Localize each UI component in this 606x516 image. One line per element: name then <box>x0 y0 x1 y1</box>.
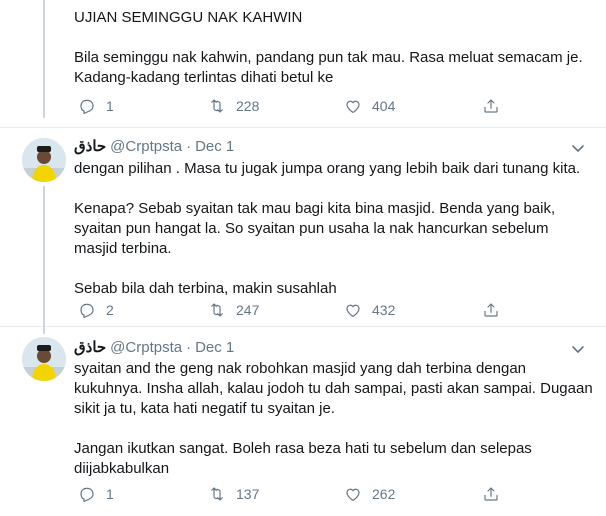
share-icon <box>484 487 498 501</box>
avatar-photo-icon <box>22 337 66 381</box>
tweet-text: UJIAN SEMINGGU NAK KAHWIN Bila seminggu … <box>74 9 583 86</box>
like-button[interactable]: 404 <box>344 96 395 116</box>
tweet-actions: 1 137 262 <box>74 484 504 504</box>
author-name[interactable]: حاذق <box>74 138 106 155</box>
like-button[interactable]: 432 <box>344 300 395 320</box>
like-count: 404 <box>372 98 396 114</box>
retweet-icon <box>211 487 223 501</box>
share-button[interactable] <box>482 300 500 320</box>
meta-separator: · <box>186 339 192 356</box>
like-count: 432 <box>372 302 396 318</box>
reply-count: 1 <box>106 486 114 502</box>
retweet-count: 247 <box>236 302 260 318</box>
retweet-count: 137 <box>236 486 260 502</box>
tweet-3[interactable]: حاذق @Crptpsta · Dec 1 syaitan and the geng… <box>0 327 606 516</box>
share-button[interactable] <box>482 484 500 504</box>
tweet-header: حاذق @Crptpsta · Dec 1 <box>74 137 234 157</box>
author-handle[interactable]: @Crptpsta <box>110 138 182 155</box>
chevron-down-icon[interactable] <box>570 341 586 357</box>
reply-count: 1 <box>106 98 114 114</box>
share-icon <box>484 99 498 113</box>
reply-button[interactable]: 1 <box>78 96 114 116</box>
thread-line-mid <box>43 186 45 334</box>
chevron-down-icon[interactable] <box>570 140 586 156</box>
share-button[interactable] <box>482 96 500 116</box>
reply-count: 2 <box>106 302 114 318</box>
reply-icon <box>80 487 94 503</box>
like-icon <box>346 100 360 113</box>
tweet-1[interactable]: UJIAN SEMINGGU NAK KAHWIN Bila seminggu … <box>0 0 606 126</box>
reply-button[interactable]: 2 <box>78 300 114 320</box>
like-button[interactable]: 262 <box>344 484 395 504</box>
tweet-text: dengan pilihan . Masa tu jugak jumpa ora… <box>74 160 581 297</box>
reply-button[interactable]: 1 <box>78 484 114 504</box>
tweet-2[interactable]: حاذق @Crptpsta · Dec 1 dengan pilihan . Mas… <box>0 128 606 326</box>
retweet-button[interactable]: 247 <box>208 300 259 320</box>
meta-separator: · <box>186 138 192 155</box>
share-icon <box>484 303 498 317</box>
tweet-actions: 2 247 432 <box>74 300 504 320</box>
tweet-text: syaitan and the geng nak robohkan masjid… <box>74 360 593 477</box>
tweet-header: حاذق @Crptpsta · Dec 1 <box>74 338 234 358</box>
tweet-date[interactable]: Dec 1 <box>195 138 234 155</box>
retweet-button[interactable]: 137 <box>208 484 259 504</box>
retweet-icon <box>211 303 223 317</box>
retweet-button[interactable]: 228 <box>208 96 259 116</box>
retweet-icon <box>211 99 223 113</box>
reply-icon <box>80 303 94 319</box>
reply-icon <box>80 99 94 115</box>
avatar[interactable] <box>22 138 66 182</box>
like-icon <box>346 488 360 501</box>
tweet-date[interactable]: Dec 1 <box>195 339 234 356</box>
author-handle[interactable]: @Crptpsta <box>110 339 182 356</box>
author-name[interactable]: حاذق <box>74 339 106 356</box>
avatar[interactable] <box>22 337 66 381</box>
like-icon <box>346 304 360 317</box>
like-count: 262 <box>372 486 396 502</box>
retweet-count: 228 <box>236 98 260 114</box>
tweet-actions: 1 228 404 <box>74 96 504 116</box>
avatar-photo-icon <box>22 138 66 182</box>
